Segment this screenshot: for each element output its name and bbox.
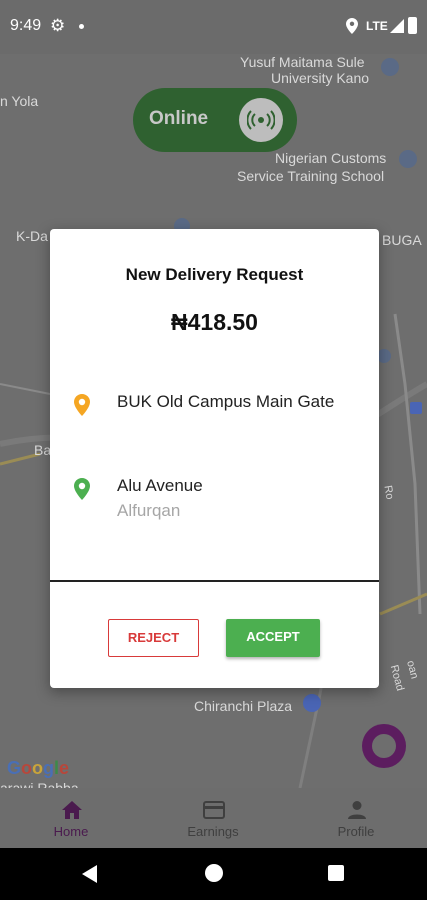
map-label: BUGA <box>382 232 422 248</box>
dropoff-subtitle: Alfurqan <box>117 501 181 520</box>
nav-profile-label: Profile <box>337 824 375 839</box>
map-label: Ba <box>34 442 52 458</box>
gear-icon: ⚙ <box>50 16 66 35</box>
nav-home[interactable]: Home <box>0 788 142 848</box>
battery-icon <box>408 17 417 34</box>
dropoff-pin-icon <box>74 478 90 500</box>
home-circle-icon[interactable] <box>205 864 223 882</box>
recenter-button[interactable] <box>362 724 406 768</box>
map-label: n Yola <box>0 93 39 109</box>
broadcast-icon <box>239 98 283 142</box>
bottom-nav: Home Earnings Profile <box>0 788 427 848</box>
nav-home-label: Home <box>53 824 89 839</box>
card-icon <box>203 801 225 819</box>
back-icon[interactable] <box>82 865 98 883</box>
nav-profile[interactable]: Profile <box>285 788 427 848</box>
home-icon <box>62 801 82 819</box>
nav-earnings-label: Earnings <box>187 824 239 839</box>
recent-apps-icon[interactable] <box>328 865 344 881</box>
reject-button[interactable]: REJECT <box>108 619 199 657</box>
pickup-name: BUK Old Campus Main Gate <box>117 392 335 411</box>
nav-earnings[interactable]: Earnings <box>142 788 284 848</box>
map-label: Ro <box>381 484 396 501</box>
signal-icon <box>390 19 404 33</box>
network-type: LTE <box>366 19 388 33</box>
dialog-title: New Delivery Request <box>125 265 304 284</box>
map-label: Chiranchi Plaza <box>194 698 293 714</box>
map-label: Nigerian Customs <box>275 150 387 166</box>
map-label: arawi Rabba <box>0 780 79 788</box>
map-place-icon <box>377 349 391 363</box>
online-toggle[interactable]: Online <box>133 88 297 152</box>
location-icon <box>346 18 358 34</box>
pickup-pin-icon <box>74 394 90 416</box>
status-bar: 9:49 ⚙ LTE <box>0 0 427 54</box>
map-label: K-Da <box>16 228 48 244</box>
google-logo: Google <box>7 758 70 778</box>
system-nav-bar <box>0 848 427 900</box>
map-place-icon <box>381 58 399 76</box>
shopping-icon <box>303 694 321 712</box>
map-place-icon <box>399 150 417 168</box>
delivery-request-dialog: New Delivery Request ₦418.50 BUK Old Cam… <box>50 229 379 688</box>
dialog-divider <box>50 580 379 582</box>
map-label: University Kano <box>271 70 370 86</box>
online-toggle-label: Online <box>149 108 209 129</box>
map-label: Service Training School <box>237 168 385 184</box>
bus-stop-icon <box>410 402 422 414</box>
map-label: Yusuf Maitama Sule <box>240 54 365 70</box>
person-icon <box>348 801 366 819</box>
delivery-amount: ₦418.50 <box>171 309 258 335</box>
status-time: 9:49 <box>10 17 42 34</box>
dropoff-name: Alu Avenue <box>117 476 203 495</box>
accept-button[interactable]: ACCEPT <box>226 619 320 657</box>
notification-dot-icon <box>79 24 84 29</box>
